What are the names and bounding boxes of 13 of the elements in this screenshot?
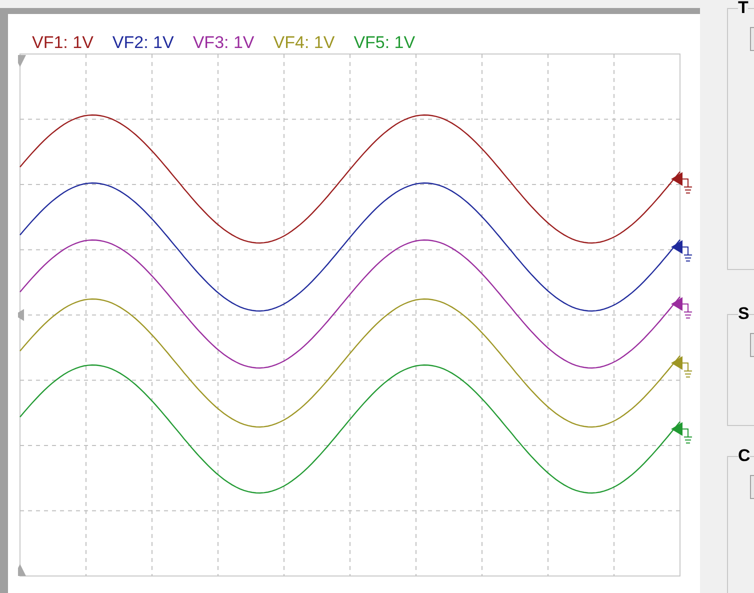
ground-marker-icon — [671, 356, 692, 378]
ground-marker-icon — [671, 172, 692, 194]
channel-scale-label: VF5: 1V — [354, 33, 416, 53]
trigger-marker-icon — [18, 564, 26, 576]
ground-marker-icon — [671, 240, 692, 262]
channel-scale-label: VF1: 1V — [32, 33, 94, 53]
channel-scale-label: VF4: 1V — [273, 33, 335, 53]
channel-scale-label: VF2: 1V — [112, 33, 174, 53]
ground-marker-icon — [671, 422, 692, 444]
trigger-marker-icon — [18, 55, 26, 67]
channel-scale-label: VF3: 1V — [192, 33, 254, 53]
ground-marker-icon — [671, 297, 692, 318]
trigger-level-icon — [18, 309, 24, 321]
